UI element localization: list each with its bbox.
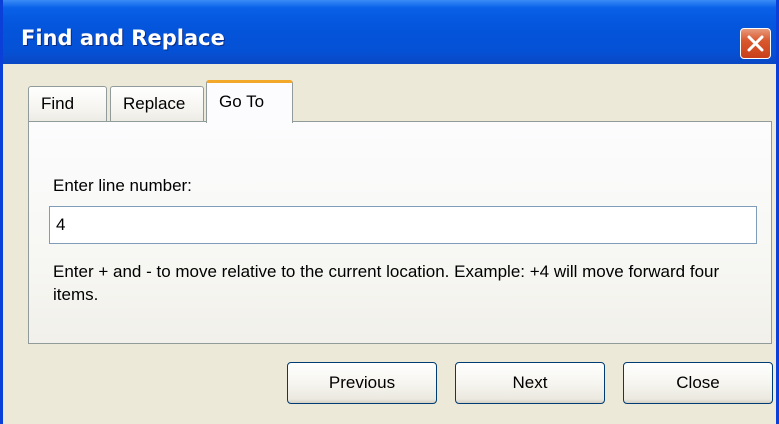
- close-button[interactable]: Close: [623, 362, 773, 404]
- next-button[interactable]: Next: [455, 362, 605, 404]
- relative-move-hint: Enter + and - to move relative to the cu…: [53, 262, 720, 304]
- close-x-icon: [747, 35, 764, 52]
- tab-go-to[interactable]: Go To: [206, 80, 293, 123]
- go-to-panel: Enter line number: Enter + and - to move…: [28, 121, 772, 344]
- tab-find[interactable]: Find: [28, 86, 107, 122]
- window-title: Find and Replace: [21, 26, 225, 50]
- line-number-input[interactable]: [49, 206, 757, 244]
- title-bar[interactable]: Find and Replace: [3, 0, 776, 64]
- find-replace-dialog: Find and Replace Find Replace Go To Ente…: [0, 0, 779, 424]
- window-close-button[interactable]: [740, 28, 771, 59]
- tab-replace[interactable]: Replace: [110, 86, 204, 122]
- line-number-label: Enter line number:: [53, 176, 192, 195]
- previous-button[interactable]: Previous: [287, 362, 437, 404]
